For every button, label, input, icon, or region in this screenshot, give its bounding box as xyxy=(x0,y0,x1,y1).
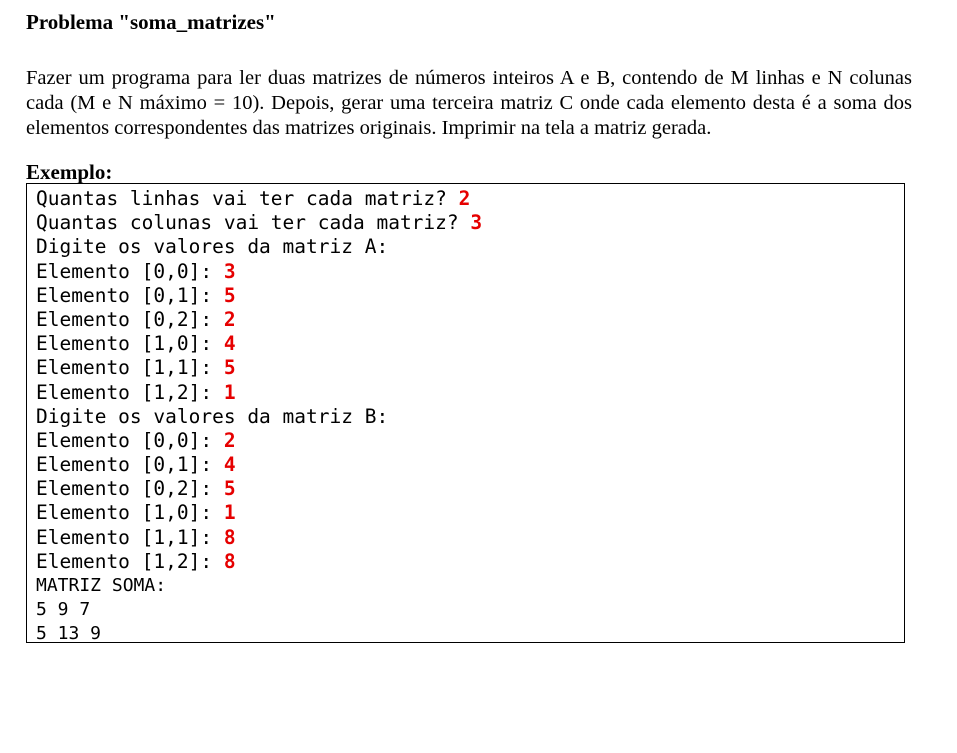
console-prompt-text: Elemento [0,0]: xyxy=(36,428,224,452)
problem-description: Fazer um programa para ler duas matrizes… xyxy=(26,67,912,139)
console-prompt-text: 5 13 9 xyxy=(36,623,102,645)
console-user-input: 5 xyxy=(223,477,236,501)
console-line: Elemento [0,0]: 3 xyxy=(36,260,904,284)
console-prompt-text: Digite os valores da matriz B: xyxy=(36,404,389,428)
console-line: Elemento [0,1]: 5 xyxy=(36,284,904,308)
console-prompt-text: Digite os valores da matriz A: xyxy=(36,235,389,259)
console-output-box: Quantas linhas vai ter cada matriz? 2 Qua… xyxy=(26,183,905,646)
console-prompt-text: Elemento [0,2]: xyxy=(36,307,224,331)
console-line: Elemento [0,2]: 2 xyxy=(36,308,904,332)
console-prompt-text: 5 9 7 xyxy=(36,599,91,621)
console-prompt-text: Elemento [0,1]: xyxy=(36,453,224,477)
console-prompt-text: Elemento [1,2]: xyxy=(36,549,224,573)
console-user-input: 5 xyxy=(223,283,236,307)
console-prompt-text: Elemento [1,0]: xyxy=(36,332,224,356)
console-prompt-text: Elemento [1,0]: xyxy=(36,501,224,525)
console-prompt-text: Quantas colunas vai ter cada matriz? xyxy=(36,211,471,235)
console-line: MATRIZ SOMA: xyxy=(36,574,904,598)
console-user-input: 4 xyxy=(223,453,236,477)
example-label: Exemplo: xyxy=(26,160,113,184)
console-line: Elemento [1,1]: 8 xyxy=(36,526,904,550)
console-line: Digite os valores da matriz A: xyxy=(36,235,904,259)
console-prompt-text: MATRIZ SOMA: xyxy=(36,575,167,596)
console-user-input: 8 xyxy=(223,549,236,573)
console-line: 5 13 9 xyxy=(36,622,904,646)
console-line: Quantas colunas vai ter cada matriz? 3 xyxy=(36,211,904,235)
console-prompt-text: Elemento [1,1]: xyxy=(36,356,224,380)
console-prompt-text: Elemento [1,2]: xyxy=(36,380,224,404)
console-line: Digite os valores da matriz B: xyxy=(36,405,904,429)
console-line: Elemento [1,2]: 8 xyxy=(36,550,904,574)
problem-title: Problema "soma_matrizes" xyxy=(26,10,276,34)
console-user-input: 1 xyxy=(223,380,236,404)
console-line: Elemento [1,0]: 1 xyxy=(36,501,904,525)
console-user-input: 2 xyxy=(223,428,236,452)
console-prompt-text: Elemento [0,0]: xyxy=(36,259,224,283)
console-user-input: 5 xyxy=(223,356,236,380)
console-line: Elemento [1,2]: 1 xyxy=(36,381,904,405)
console-user-input: 3 xyxy=(470,211,483,235)
console-line: Quantas linhas vai ter cada matriz? 2 xyxy=(36,187,904,211)
console-line: Elemento [1,0]: 4 xyxy=(36,332,904,356)
console-user-input: 3 xyxy=(223,259,236,283)
console-prompt-text: Quantas linhas vai ter cada matriz? xyxy=(36,187,459,210)
console-user-input: 8 xyxy=(223,525,236,549)
console-prompt-text: Elemento [0,2]: xyxy=(36,477,224,501)
console-line: Elemento [0,1]: 4 xyxy=(36,453,904,477)
console-line: Elemento [0,0]: 2 xyxy=(36,429,904,453)
console-line: Elemento [0,2]: 5 xyxy=(36,477,904,501)
console-user-input: 4 xyxy=(223,332,236,356)
console-user-input: 1 xyxy=(223,501,236,525)
console-user-input: 2 xyxy=(223,307,236,331)
console-prompt-text: Elemento [0,1]: xyxy=(36,283,224,307)
console-line: 5 9 7 xyxy=(36,598,904,622)
console-line: Elemento [1,1]: 5 xyxy=(36,356,904,380)
console-user-input: 2 xyxy=(458,187,471,210)
console-prompt-text: Elemento [1,1]: xyxy=(36,525,224,549)
